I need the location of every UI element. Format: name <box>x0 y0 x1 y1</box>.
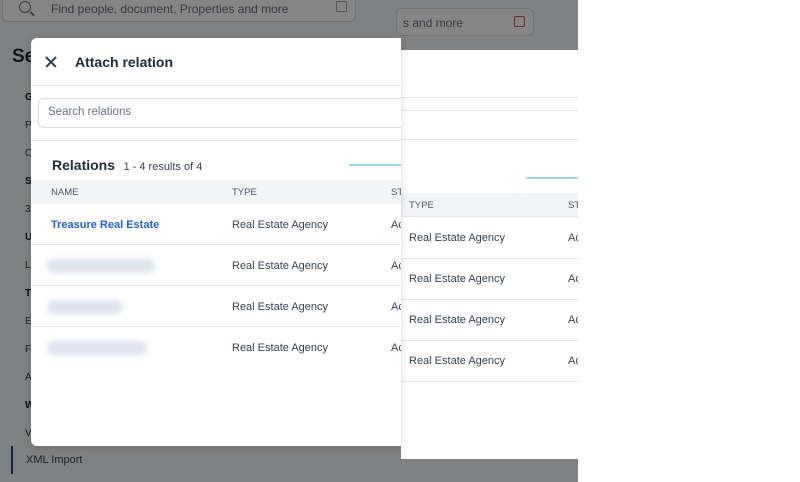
header-divider <box>401 97 578 98</box>
table-row[interactable]: Real Estate Agency Ac <box>401 259 578 300</box>
column-header-status: ST <box>568 200 578 211</box>
type-cell: Real Estate Agency <box>409 273 506 285</box>
type-cell: Real Estate Agency <box>232 260 329 272</box>
header-divider <box>31 85 401 86</box>
status-cell: Ac <box>391 301 401 313</box>
type-cell: Real Estate Agency <box>232 219 329 231</box>
column-header-type: TYPE <box>409 200 434 211</box>
type-cell: Real Estate Agency <box>232 301 329 313</box>
type-cell: Real Estate Agency <box>409 232 506 244</box>
status-cell: Ac <box>391 260 401 272</box>
attach-relation-modal: Attach relation Relations 1 - 4 results … <box>31 38 401 446</box>
tab-underline <box>526 177 578 179</box>
table-row[interactable]: Real Estate Agency Ac <box>31 327 401 368</box>
status-cell: Ac <box>391 219 401 231</box>
status-cell: Ac <box>391 342 401 354</box>
search-relations-field[interactable] <box>38 98 401 128</box>
table-row[interactable]: Real Estate Agency Ac <box>31 286 401 327</box>
table-row[interactable]: Treasure Real Estate Real Estate Agency … <box>31 204 401 245</box>
result-count: 1 - 4 results of 4 <box>123 161 203 173</box>
status-cell: Ac <box>568 314 578 326</box>
attach-relation-panel-back: TYPE ST Real Estate Agency Ac Real Estat… <box>401 50 578 459</box>
section-divider <box>401 139 578 140</box>
column-header-name: NAME <box>51 187 79 198</box>
type-cell: Real Estate Agency <box>409 314 506 326</box>
screen: Find people, document, Properties and mo… <box>0 0 800 482</box>
modal-title: Attach relation <box>75 54 174 70</box>
table-header: TYPE ST <box>401 193 578 217</box>
status-cell: Ac <box>568 355 578 367</box>
relation-name-link[interactable]: Treasure Real Estate <box>51 219 159 231</box>
relations-title: Relations <box>52 157 116 173</box>
status-cell: Ac <box>568 232 578 244</box>
redacted-name <box>47 300 123 314</box>
redacted-name <box>47 259 155 273</box>
table-row[interactable]: Real Estate Agency Ac <box>401 218 578 259</box>
type-cell: Real Estate Agency <box>409 355 506 367</box>
column-header-status: ST <box>391 187 401 198</box>
close-icon[interactable] <box>43 54 59 70</box>
table-row[interactable]: Real Estate Agency Ac <box>31 245 401 286</box>
search-relations-input[interactable] <box>48 106 348 118</box>
search-relations-input[interactable] <box>401 110 578 140</box>
type-cell: Real Estate Agency <box>232 342 329 354</box>
table-row[interactable]: Real Estate Agency Ac <box>401 341 578 382</box>
tab-underline <box>349 164 401 166</box>
table-header: NAME TYPE ST <box>31 180 401 204</box>
redacted-name <box>47 341 147 355</box>
status-cell: Ac <box>568 273 578 285</box>
column-header-type: TYPE <box>232 187 257 198</box>
table-row[interactable]: Real Estate Agency Ac <box>401 300 578 341</box>
section-divider <box>31 140 401 141</box>
relations-heading: Relations 1 - 4 results of 4 <box>52 157 202 175</box>
